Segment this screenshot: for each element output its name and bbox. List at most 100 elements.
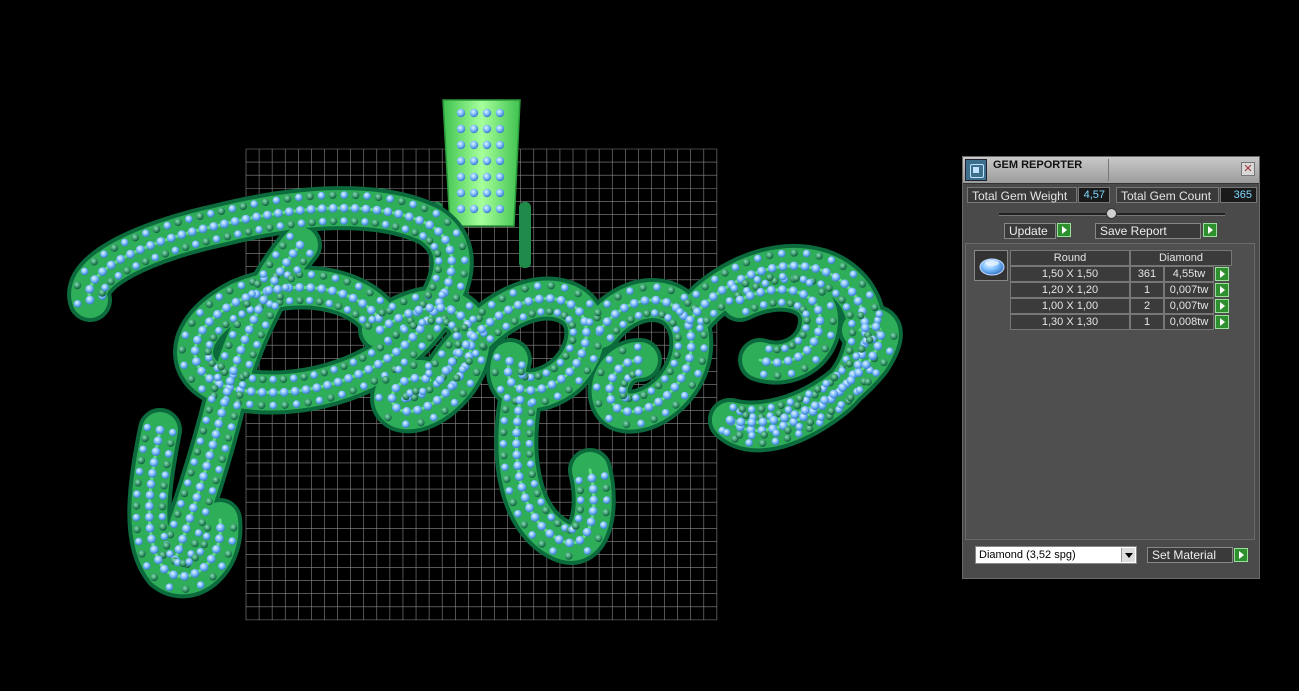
pave-gem xyxy=(710,309,718,318)
pave-gem xyxy=(224,550,233,558)
row-3-size[interactable]: 1,00 X 1,00 xyxy=(1010,298,1130,314)
update-go-icon[interactable] xyxy=(1057,223,1071,237)
row-2-go-icon[interactable] xyxy=(1215,283,1229,297)
pendant-model[interactable] xyxy=(67,99,903,599)
pave-gem xyxy=(452,374,461,382)
bail[interactable] xyxy=(442,99,521,227)
pave-gem xyxy=(120,238,129,247)
bail-gem xyxy=(495,204,505,214)
row-3-go-icon[interactable] xyxy=(1215,299,1229,313)
pave-gem xyxy=(205,406,213,414)
pave-gem xyxy=(871,322,881,332)
pave-gem xyxy=(582,327,591,337)
close-icon[interactable]: ✕ xyxy=(1241,162,1255,176)
pave-gem xyxy=(632,394,640,402)
row-4-size[interactable]: 1,30 X 1,30 xyxy=(1010,314,1130,330)
pave-gem xyxy=(329,217,338,225)
column-header-shape[interactable]: Round xyxy=(1010,250,1130,266)
save-report-go-icon[interactable] xyxy=(1203,223,1217,237)
bail-gem xyxy=(495,124,505,134)
panel-title: GEM REPORTER xyxy=(993,159,1083,171)
pave-gem xyxy=(351,310,360,319)
pave-gem xyxy=(173,510,182,518)
pave-gem xyxy=(602,508,610,517)
set-material-go-icon[interactable] xyxy=(1234,548,1248,562)
column-header-material[interactable]: Diamond xyxy=(1130,250,1232,266)
bail-gem xyxy=(495,108,505,118)
pave-gem xyxy=(512,417,522,427)
pave-gem xyxy=(205,497,213,506)
pave-gem xyxy=(758,439,767,448)
pave-gem xyxy=(564,552,573,560)
pave-gem xyxy=(602,496,611,504)
pave-gem xyxy=(364,365,373,374)
pave-gem xyxy=(788,286,798,296)
save-report-button[interactable]: Save Report xyxy=(1095,223,1201,239)
pave-gem xyxy=(766,273,774,282)
pave-gem xyxy=(205,317,214,327)
update-button[interactable]: Update xyxy=(1004,223,1056,239)
pave-gem xyxy=(290,386,300,396)
pave-gem xyxy=(802,345,812,355)
pave-gem xyxy=(528,470,536,479)
pave-gem xyxy=(838,296,846,304)
pave-gem xyxy=(73,300,82,308)
pave-gem xyxy=(146,479,156,489)
pave-gem xyxy=(166,439,175,448)
pave-gem xyxy=(224,434,233,442)
pave-gem xyxy=(741,279,750,288)
pave-gem xyxy=(354,369,363,379)
pave-gem xyxy=(730,284,738,293)
pave-gem xyxy=(151,447,161,456)
pave-gem xyxy=(137,456,145,465)
pave-gem xyxy=(857,311,865,320)
pave-gem xyxy=(526,386,536,395)
pave-gem xyxy=(152,225,161,234)
pave-gem xyxy=(447,305,456,315)
pave-gem xyxy=(110,244,119,252)
pave-gem xyxy=(230,217,240,226)
set-material-button[interactable]: Set Material xyxy=(1147,547,1233,563)
panel-titlebar[interactable]: GEM REPORTER ✕ xyxy=(963,157,1259,184)
row-1-go-icon[interactable] xyxy=(1215,267,1229,281)
pave-gem xyxy=(229,331,237,339)
pave-gem xyxy=(805,390,813,398)
3d-viewport[interactable] xyxy=(0,0,940,691)
pave-gem xyxy=(817,413,825,421)
pave-gem xyxy=(438,350,446,358)
bail-gem xyxy=(469,140,479,150)
row-2-size[interactable]: 1,20 X 1,20 xyxy=(1010,282,1130,298)
pave-gem xyxy=(886,347,894,356)
pave-gem xyxy=(306,283,315,293)
pave-gem xyxy=(811,264,821,273)
row-4-go-icon[interactable] xyxy=(1215,315,1229,329)
pave-gem xyxy=(386,195,394,203)
round-gem-icon[interactable] xyxy=(974,250,1008,281)
pave-gem xyxy=(301,385,311,395)
row-1-size[interactable]: 1,50 X 1,50 xyxy=(1010,266,1130,282)
pave-gem xyxy=(762,357,771,367)
pave-gem xyxy=(826,302,835,310)
pave-gem xyxy=(673,351,681,359)
viewport-canvas[interactable] xyxy=(0,0,940,691)
pave-gem xyxy=(634,343,642,351)
pave-gem xyxy=(760,431,768,439)
report-slider-handle[interactable] xyxy=(1106,208,1117,219)
pave-gem xyxy=(358,315,367,324)
pave-gem xyxy=(745,291,755,300)
pave-gem xyxy=(187,227,197,237)
chevron-down-icon[interactable] xyxy=(1121,548,1135,562)
pave-gem xyxy=(441,388,450,398)
pave-gem xyxy=(575,535,585,545)
pave-gem xyxy=(854,368,864,378)
set-material-label: Set Material xyxy=(1152,548,1217,562)
material-select[interactable]: Diamond (3,52 spg) xyxy=(975,546,1137,564)
pave-gem xyxy=(376,343,385,352)
pave-gem xyxy=(700,344,708,352)
pave-gem xyxy=(236,345,246,355)
pave-gem xyxy=(614,292,622,301)
pave-gem xyxy=(469,332,479,342)
pave-gem xyxy=(158,502,167,511)
pave-gem xyxy=(188,319,196,327)
pave-gem xyxy=(286,232,294,241)
